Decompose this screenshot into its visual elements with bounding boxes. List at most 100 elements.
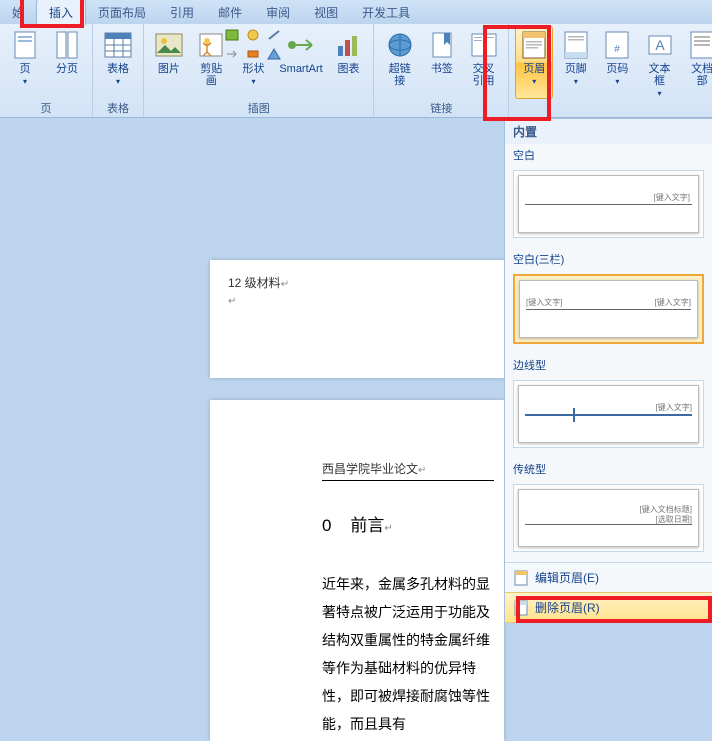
menu-remove-header[interactable]: 删除页眉(R) [505, 592, 712, 623]
group-tables: 表格 ▾ 表格 [93, 24, 144, 117]
gallery-item-blank[interactable]: [键入文字] [513, 170, 704, 238]
paragraph-mark-icon: ↵ [281, 279, 289, 290]
tab-bar: 始 插入 页面布局 引用 邮件 审阅 视图 开发工具 [0, 0, 712, 24]
heading-title: 前言 [350, 516, 384, 535]
button-crossref[interactable]: 交叉 引用 [465, 26, 503, 88]
gallery-caption-blank: 空白 [505, 144, 712, 166]
group-tables-label: 表格 [99, 98, 137, 117]
button-table[interactable]: 表格 ▾ [99, 26, 137, 87]
button-textbox-label: 文本框 [643, 63, 676, 87]
header-icon [518, 29, 550, 61]
chevron-down-icon: ▾ [574, 77, 578, 86]
gallery-item-trad[interactable]: [键入文档标题] [选取日期] [513, 484, 704, 552]
gallery-caption-trad: 传统型 [505, 458, 712, 480]
picture-icon [153, 29, 185, 61]
preview-placeholder: [键入文字] [656, 402, 692, 413]
pagenum-icon: # [601, 29, 633, 61]
button-hyperlink[interactable]: 超链接 [380, 26, 419, 88]
group-header-footer: 页眉 ▾ 页脚 ▾ # 页码 ▾ A 文本框 [509, 24, 712, 117]
button-footer-label: 页脚 [565, 63, 587, 75]
page-current[interactable]: 西昌学院毕业论文↵ 0 前言↵ 近年来，金属多孔材料的显著特点被广泛运用于功能及… [210, 400, 504, 741]
preview-placeholder-date: [选取日期] [656, 514, 692, 525]
button-hyperlink-label: 超链接 [383, 63, 416, 87]
button-pagenum[interactable]: # 页码 ▾ [599, 26, 637, 99]
paragraph-mark-icon: ↵ [228, 296, 486, 307]
button-picture[interactable]: 图片 [150, 26, 188, 88]
button-pagenum-label: 页码 [606, 63, 628, 75]
menu-edit-header[interactable]: 编辑页眉(E) [505, 563, 712, 592]
page-icon [9, 29, 41, 61]
button-footer[interactable]: 页脚 ▾ [557, 26, 595, 99]
group-links: 超链接 书签 交叉 引用 链接 [374, 24, 509, 117]
group-illustrations: 图片 剪贴画 形状 [144, 24, 374, 117]
tab-page-layout[interactable]: 页面布局 [86, 0, 158, 25]
gallery-caption-blank3: 空白(三栏) [505, 248, 712, 270]
button-smartart-label: SmartArt [279, 63, 322, 75]
button-page[interactable]: 页 ▾ [6, 26, 44, 87]
section-break-icon [51, 29, 83, 61]
button-page-label: 页 [20, 63, 31, 75]
tab-view[interactable]: 视图 [302, 0, 350, 25]
header-gallery: 内置 空白 [键入文字] 空白(三栏) [键入文字] [键入文字] 边线型 [键… [504, 118, 712, 623]
button-clipart-label: 剪贴画 [195, 63, 228, 87]
button-shapes-label: 形状 [243, 63, 265, 75]
hyperlink-icon [384, 29, 416, 61]
menu-remove-header-label: 删除页眉(R) [535, 599, 600, 616]
bookmark-icon [426, 29, 458, 61]
button-shapes[interactable]: 形状 ▾ [235, 26, 273, 88]
button-section-break[interactable]: 分页 [48, 26, 86, 87]
group-pages-label: 页 [6, 98, 86, 117]
button-bookmark[interactable]: 书签 [423, 26, 461, 88]
textbox-icon: A [644, 29, 676, 61]
button-chart-label: 图表 [338, 63, 360, 75]
button-parts[interactable]: 文档部 [683, 26, 712, 99]
chevron-down-icon: ▾ [23, 77, 27, 86]
chevron-down-icon: ▾ [116, 77, 120, 86]
button-header[interactable]: 页眉 ▾ [515, 26, 553, 99]
parts-icon [686, 29, 712, 61]
svg-text:#: # [615, 44, 621, 55]
svg-text:A: A [655, 37, 665, 53]
crossref-icon [468, 29, 500, 61]
button-smartart[interactable]: SmartArt [276, 26, 325, 88]
page1-header-text: 12 级材料 [228, 276, 281, 290]
button-crossref-label: 交叉 引用 [473, 63, 495, 87]
button-section-label: 分页 [56, 63, 78, 75]
ribbon: 页 ▾ 分页 页 表格 ▾ 表格 [0, 24, 712, 118]
paragraph-mark-icon: ↵ [384, 523, 392, 534]
tab-mail[interactable]: 邮件 [206, 0, 254, 25]
page2-header-text: 西昌学院毕业论文 [322, 462, 418, 476]
button-header-label: 页眉 [523, 63, 545, 75]
gallery-item-blank3[interactable]: [键入文字] [键入文字] [513, 274, 704, 344]
tab-begin[interactable]: 始 [0, 0, 36, 25]
group-hf-label [515, 102, 712, 117]
menu-edit-header-label: 编辑页眉(E) [535, 569, 599, 586]
preview-placeholder: [键入文字] [526, 297, 562, 308]
table-icon [102, 29, 134, 61]
group-illustrations-label: 插图 [150, 98, 367, 117]
tab-insert[interactable]: 插入 [36, 0, 86, 25]
shapes-icon [238, 29, 270, 61]
chevron-down-icon: ▾ [532, 77, 536, 86]
button-bookmark-label: 书签 [431, 63, 453, 75]
body-paragraph: 近年来，金属多孔材料的显著特点被广泛运用于功能及结构双重属性的特金属纤维等作为基… [322, 570, 504, 738]
gallery-caption-border: 边线型 [505, 354, 712, 376]
tab-dev[interactable]: 开发工具 [350, 0, 422, 25]
smartart-icon [285, 29, 317, 61]
button-table-label: 表格 [107, 63, 129, 75]
page-prev[interactable]: 12 级材料↵ ↵ [210, 260, 504, 378]
heading-number: 0 [322, 516, 331, 535]
group-links-label: 链接 [380, 98, 502, 117]
button-textbox[interactable]: A 文本框 ▾ [640, 26, 679, 99]
tab-review[interactable]: 审阅 [254, 0, 302, 25]
chevron-down-icon: ▾ [252, 77, 256, 86]
gallery-item-border[interactable]: [键入文字] [513, 380, 704, 448]
tab-reference[interactable]: 引用 [158, 0, 206, 25]
group-pages: 页 ▾ 分页 页 [0, 24, 93, 117]
gallery-footer: 编辑页眉(E) 删除页眉(R) [505, 562, 712, 623]
footer-icon [560, 29, 592, 61]
preview-placeholder: [键入文字] [655, 297, 691, 308]
paragraph-mark-icon: ↵ [418, 465, 426, 476]
chevron-down-icon: ▾ [658, 89, 662, 98]
button-chart[interactable]: 图表 [330, 26, 368, 88]
